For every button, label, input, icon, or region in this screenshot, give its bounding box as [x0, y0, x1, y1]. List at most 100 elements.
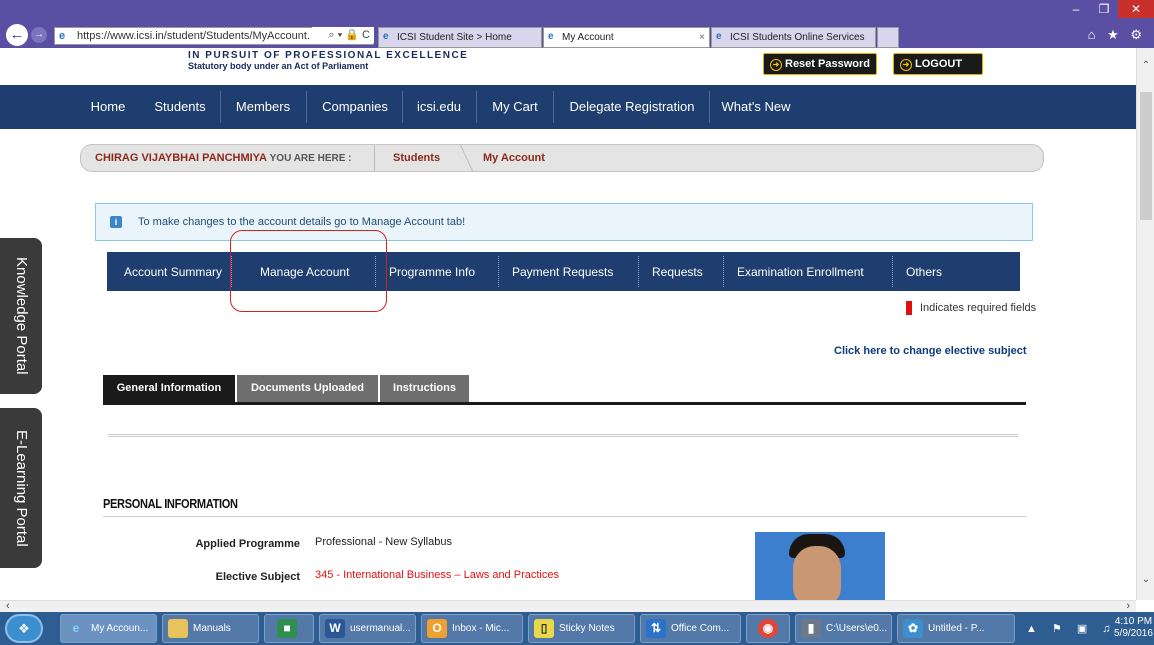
- tab-divider: [723, 256, 724, 287]
- knowledge-portal-tab[interactable]: Knowledge Portal: [0, 238, 42, 394]
- tab-examination-enrollment[interactable]: Examination Enrollment: [737, 252, 864, 291]
- taskbar-label: Manuals: [193, 623, 231, 634]
- tray-icons[interactable]: ▲ ⚑ ▣ ♫: [1026, 622, 1117, 635]
- tab-requests[interactable]: Requests: [652, 252, 703, 291]
- start-button[interactable]: ❖: [5, 614, 43, 643]
- nav-my-cart[interactable]: My Cart: [488, 85, 542, 129]
- vertical-scrollbar[interactable]: ⌃ ⌄: [1136, 48, 1154, 600]
- taskbar-label: Office Com...: [671, 623, 730, 634]
- scroll-down-icon[interactable]: ⌄: [1140, 574, 1152, 588]
- clock[interactable]: 4:10 PM 5/9/2016: [1114, 616, 1153, 640]
- minimize-button[interactable]: –: [1062, 0, 1090, 18]
- student-photo: [755, 532, 885, 600]
- tab-programme-info[interactable]: Programme Info: [389, 252, 475, 291]
- tab-general-information[interactable]: General Information: [103, 375, 235, 402]
- main-nav: Home Students Members Companies icsi.edu…: [0, 85, 1136, 129]
- scroll-up-icon[interactable]: ⌃: [1140, 60, 1152, 74]
- nav-whats-new[interactable]: What's New: [721, 85, 791, 129]
- reset-password-label: Reset Password: [785, 58, 870, 70]
- scroll-right-icon[interactable]: ›: [1126, 600, 1130, 612]
- breadcrumb-user: CHIRAG VIJAYBHAI PANCHMIYA YOU ARE HERE …: [95, 145, 352, 172]
- forward-button[interactable]: →: [31, 27, 47, 43]
- taskbar-item-store[interactable]: ■: [264, 614, 314, 643]
- taskbar-item-manuals[interactable]: Manuals: [162, 614, 259, 643]
- taskbar-label: Sticky Notes: [559, 623, 615, 634]
- paint-icon: ✿: [903, 619, 923, 638]
- knowledge-portal-label: Knowledge Portal: [13, 257, 30, 375]
- photo-face: [793, 546, 841, 600]
- tab-others[interactable]: Others: [906, 252, 942, 291]
- taskbar-item-usermanual[interactable]: Wusermanual...: [319, 614, 416, 643]
- tab-instructions[interactable]: Instructions: [380, 375, 469, 402]
- taskbar-item-sticky-notes[interactable]: ▯ Sticky Notes: [528, 614, 635, 643]
- taskbar-item-inbox[interactable]: O Inbox - Mic...: [421, 614, 523, 643]
- nav-delegate-registration[interactable]: Delegate Registration: [564, 85, 700, 129]
- browser-toolbar-icons[interactable]: ⌂ ★ ⚙: [1088, 27, 1146, 43]
- manage-account-highlight: [230, 230, 387, 312]
- nav-members[interactable]: Members: [233, 85, 293, 129]
- maximize-button[interactable]: ❐: [1090, 0, 1118, 18]
- address-row: ← → e https://www.icsi.in/student/Studen…: [0, 24, 1154, 48]
- required-fields-note: Indicates required fields: [906, 301, 1036, 316]
- clock-time: 4:10 PM: [1114, 616, 1153, 627]
- change-elective-link[interactable]: Click here to change elective subject: [834, 345, 1027, 357]
- sticky-notes-icon: ▯: [534, 619, 554, 638]
- field-label: Applied Programme: [195, 538, 300, 550]
- tab-payment-requests[interactable]: Payment Requests: [512, 252, 613, 291]
- nav-separator: [402, 91, 403, 123]
- logout-button[interactable]: ➜ LOGOUT: [893, 53, 983, 75]
- scroll-left-icon[interactable]: ‹: [6, 600, 10, 612]
- user-name: CHIRAG VIJAYBHAI PANCHMIYA: [95, 152, 267, 164]
- page-viewport: IN PURSUIT OF PROFESSIONAL EXCELLENCE St…: [0, 48, 1136, 600]
- breadcrumb-divider: [374, 145, 375, 171]
- tab-my-account[interactable]: e My Account ×: [543, 27, 710, 48]
- tab-icsi-home[interactable]: e ICSI Student Site > Home: [378, 27, 542, 48]
- taskbar-label: Untitled - P...: [928, 623, 985, 634]
- ie-icon: e: [716, 31, 722, 42]
- taskbar-item-my-account[interactable]: e My Accoun...: [60, 614, 157, 643]
- nav-icsi-edu[interactable]: icsi.edu: [414, 85, 464, 129]
- clock-date: 5/9/2016: [1114, 628, 1153, 639]
- logout-label: LOGOUT: [915, 58, 963, 70]
- taskbar: ❖ e My Accoun... Manuals ■ Wusermanual...…: [0, 612, 1154, 645]
- close-window-button[interactable]: ✕: [1118, 0, 1154, 18]
- tab-close-icon[interactable]: ×: [699, 28, 705, 47]
- nav-separator: [220, 91, 221, 123]
- breadcrumb-students[interactable]: Students: [393, 145, 440, 171]
- taskbar-item-chrome[interactable]: ◉: [746, 614, 790, 643]
- scroll-thumb[interactable]: [1140, 92, 1152, 220]
- field-value: Professional - New Syllabus: [315, 536, 452, 548]
- horizontal-scrollbar[interactable]: ‹ ›: [0, 600, 1136, 612]
- taskbar-label: usermanual...: [350, 623, 411, 634]
- address-url: https://www.icsi.in/student/Students/MyA…: [77, 30, 310, 42]
- address-tools[interactable]: ⌕ ▾ 🔒 C: [312, 27, 374, 43]
- ie-icon: e: [548, 31, 554, 42]
- tab-label: ICSI Student Site > Home: [397, 32, 512, 43]
- tab-account-summary[interactable]: Account Summary: [124, 252, 222, 291]
- browser-title-bar: – ❐ ✕: [0, 0, 1154, 24]
- folder-icon: [168, 619, 188, 638]
- divider: [108, 434, 1018, 437]
- tab-divider: [498, 256, 499, 287]
- media-icon: ▮: [801, 619, 821, 638]
- breadcrumb-my-account: My Account: [483, 152, 545, 164]
- window-controls: – ❐ ✕: [1062, 0, 1154, 24]
- tab-online-services[interactable]: e ICSI Students Online Services: [711, 27, 876, 48]
- nav-home[interactable]: Home: [88, 85, 128, 129]
- taskbar-item-office-com[interactable]: ⇅ Office Com...: [640, 614, 741, 643]
- taskbar-item-paint[interactable]: ✿ Untitled - P...: [897, 614, 1015, 643]
- store-icon: ■: [277, 619, 297, 638]
- back-button[interactable]: ←: [6, 24, 28, 46]
- you-are-here-label: YOU ARE HERE :: [269, 153, 352, 164]
- elearning-portal-tab[interactable]: E-Learning Portal: [0, 408, 42, 568]
- nav-students[interactable]: Students: [152, 85, 208, 129]
- arrow-right-icon: ➜: [900, 59, 912, 71]
- tab-documents-uploaded[interactable]: Documents Uploaded: [237, 375, 378, 402]
- reset-password-button[interactable]: ➜ Reset Password: [763, 53, 877, 75]
- new-tab-button[interactable]: [877, 27, 899, 48]
- site-subtagline: Statutory body under an Act of Parliamen…: [188, 61, 369, 71]
- taskbar-item-explorer-path[interactable]: ▮ C:\Users\e0...: [795, 614, 892, 643]
- nav-companies[interactable]: Companies: [319, 85, 391, 129]
- taskbar-label: Inbox - Mic...: [452, 623, 510, 634]
- field-value: 345 - International Business – Laws and …: [315, 569, 559, 581]
